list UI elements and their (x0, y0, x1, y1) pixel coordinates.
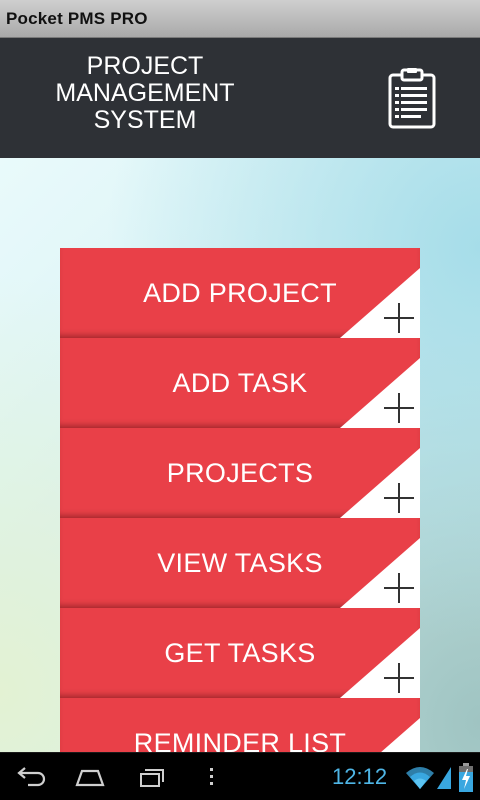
page-title-line-3: SYSTEM (93, 106, 197, 134)
main-content: ADD PROJECT ADD TASK PROJECTS VIEW TASKS… (0, 158, 480, 752)
get-tasks-button[interactable]: GET TASKS (60, 608, 420, 698)
main-menu: ADD PROJECT ADD TASK PROJECTS VIEW TASKS… (60, 248, 420, 752)
projects-button[interactable]: PROJECTS (60, 428, 420, 518)
menu-dots-icon[interactable] (195, 765, 229, 789)
plus-icon (340, 628, 420, 698)
signal-icon (437, 767, 451, 789)
home-icon[interactable] (73, 765, 107, 789)
view-tasks-button[interactable]: VIEW TASKS (60, 518, 420, 608)
plus-icon (340, 268, 420, 338)
clipboard-icon[interactable] (386, 68, 438, 130)
battery-charging-icon (459, 763, 473, 792)
status-clock: 12:12 (332, 764, 388, 789)
wifi-icon (406, 767, 434, 789)
plus-icon (381, 718, 420, 752)
app-title-bar: Pocket PMS PRO (0, 0, 480, 38)
recent-apps-icon[interactable] (135, 765, 169, 789)
back-icon[interactable] (14, 765, 48, 789)
reminder-list-button[interactable]: REMINDER LIST (60, 698, 420, 752)
page-title-line-2: MANAGEMENT (55, 79, 235, 107)
add-project-button[interactable]: ADD PROJECT (60, 248, 420, 338)
plus-icon (340, 448, 420, 518)
add-task-button[interactable]: ADD TASK (60, 338, 420, 428)
page-title: PROJECT MANAGEMENT SYSTEM (30, 53, 260, 134)
plus-icon (340, 538, 420, 608)
system-navigation-bar: 12:12 (0, 752, 480, 800)
plus-icon (340, 358, 420, 428)
page-title-line-1: PROJECT (86, 52, 204, 80)
app-title: Pocket PMS PRO (6, 8, 148, 28)
header: PROJECT MANAGEMENT SYSTEM (0, 38, 480, 158)
